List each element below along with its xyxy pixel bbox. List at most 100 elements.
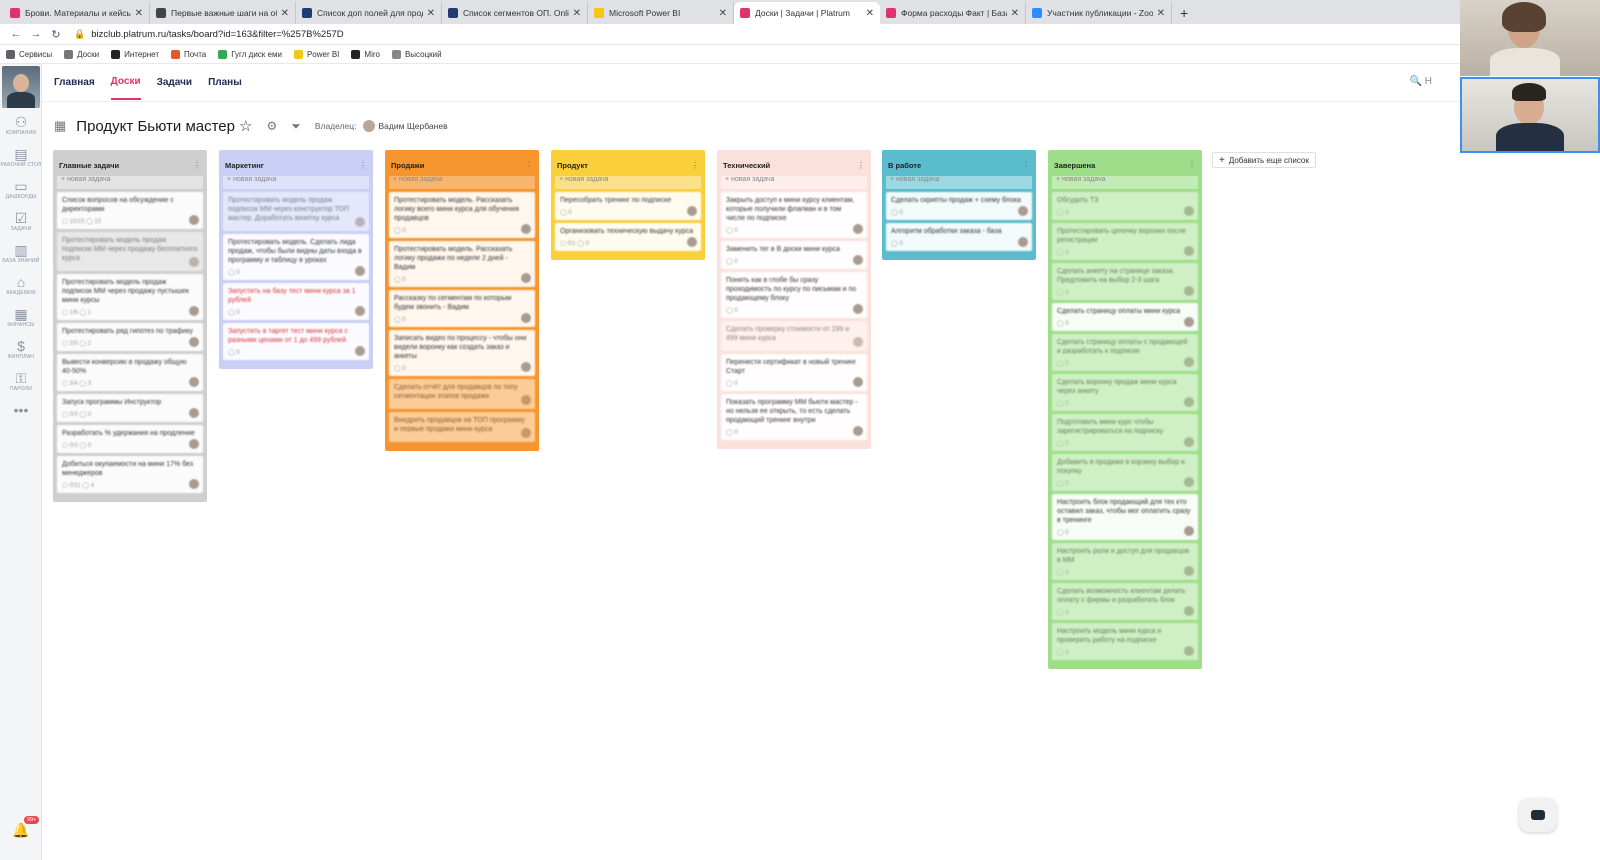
task-card[interactable]: Добиться окупаемости на мини 17% без мен… bbox=[57, 456, 203, 493]
new-task-button[interactable]: + новая задача bbox=[1052, 176, 1198, 189]
task-card[interactable]: Протестировать модель. Рассказать логику… bbox=[389, 241, 535, 287]
browser-tab[interactable]: Microsoft Power BI ✕ bbox=[588, 2, 734, 24]
url-text[interactable]: bizclub.platrum.ru/tasks/board?id=163&fi… bbox=[91, 29, 343, 40]
task-card[interactable]: Протестировать модель. Сделать лида прод… bbox=[223, 234, 369, 280]
task-card[interactable]: Запустить на базу тест мини курса за 1 р… bbox=[223, 283, 369, 320]
bookmark-item[interactable]: Интернет bbox=[111, 49, 159, 59]
task-card[interactable]: Сделать воронку продаж мини курса через … bbox=[1052, 374, 1198, 411]
more-vertical-icon[interactable]: ⋮ bbox=[691, 161, 699, 170]
back-icon[interactable]: ← bbox=[6, 28, 26, 40]
task-card[interactable]: Вывести конверсию в продажу общую 40-50%… bbox=[57, 354, 203, 391]
nav-item[interactable]: Доски bbox=[110, 65, 141, 100]
rail-item[interactable]: ☑ Задачи bbox=[0, 210, 42, 232]
task-card[interactable]: Внедрить продавцов на ТОП программу и пе… bbox=[389, 412, 535, 442]
bookmark-item[interactable]: Гугл диск еми bbox=[218, 49, 282, 59]
rail-item[interactable]: $ Финплан bbox=[0, 338, 42, 360]
rail-item[interactable]: ⌂ Академия bbox=[0, 274, 42, 296]
close-icon[interactable]: ✕ bbox=[1157, 8, 1165, 19]
task-card[interactable]: Протестировать модель. Рассказать логику… bbox=[389, 192, 535, 238]
more-vertical-icon[interactable]: ⋮ bbox=[857, 161, 865, 170]
browser-tab[interactable]: Брови. Материалы и кейсы | ... ✕ bbox=[4, 2, 150, 24]
task-card[interactable]: Протестировать модель продаж подписок MM… bbox=[57, 274, 203, 320]
task-card[interactable]: Закрыть доступ к мини курсу клиентам, ко… bbox=[721, 192, 867, 238]
rail-item[interactable]: ⚿ Пароли bbox=[0, 370, 42, 392]
more-vertical-icon[interactable]: ⋮ bbox=[1188, 161, 1196, 170]
task-card[interactable]: Сделать отчёт для продавцов по типу сегм… bbox=[389, 379, 535, 409]
task-card[interactable]: Пересобрать тренинг по подписке ◯ 0 bbox=[555, 192, 701, 220]
task-card[interactable]: Перенести сертификат в новый тренинг Ста… bbox=[721, 354, 867, 391]
task-card[interactable]: Сделать анкету на странице заказа. Предл… bbox=[1052, 263, 1198, 300]
task-card[interactable]: Понять как в глобе бы сразу проходимость… bbox=[721, 272, 867, 318]
close-icon[interactable]: ✕ bbox=[135, 8, 143, 19]
task-card[interactable]: Настроить роли и доступ для продавцов в … bbox=[1052, 543, 1198, 580]
task-card[interactable]: Настроить блок продающий для тех кто ост… bbox=[1052, 494, 1198, 540]
new-task-button[interactable]: + новая задача bbox=[555, 176, 701, 189]
bookmark-item[interactable]: Miro bbox=[351, 49, 380, 59]
more-vertical-icon[interactable]: ⋮ bbox=[525, 161, 533, 170]
task-card[interactable]: Протестировать модель продаж подписок MM… bbox=[223, 192, 369, 231]
add-list-button[interactable]: + Добавить еще список bbox=[1212, 152, 1316, 168]
close-icon[interactable]: ✕ bbox=[427, 8, 435, 19]
task-card[interactable]: Записать видео по процессу - чтобы они в… bbox=[389, 330, 535, 376]
nav-item[interactable]: Главная bbox=[54, 66, 95, 99]
new-task-button[interactable]: + новая задача bbox=[389, 176, 535, 189]
task-card[interactable]: Алгоритм обработки заказа - база ◯ 0 bbox=[886, 223, 1032, 251]
task-card[interactable]: Заменить тег в B доски мини курса ◯ 0 bbox=[721, 241, 867, 269]
rail-item[interactable]: ▭ Дашборды bbox=[0, 178, 42, 200]
browser-tab[interactable]: Доски | Задачи | Platrum ✕ bbox=[734, 2, 880, 24]
chat-widget-button[interactable] bbox=[1519, 798, 1557, 832]
task-card[interactable]: Рассказку по сегментам по которым будем … bbox=[389, 290, 535, 327]
more-vertical-icon[interactable]: ⋮ bbox=[1022, 161, 1030, 170]
close-icon[interactable]: ✕ bbox=[1011, 8, 1019, 19]
task-card[interactable]: Настроить модель мини курса и проверить … bbox=[1052, 623, 1198, 660]
settings-gear-icon[interactable]: ⚙ bbox=[266, 119, 277, 133]
task-card[interactable]: Сделать проверку стоимости от 299 и 499 … bbox=[721, 321, 867, 351]
close-icon[interactable]: ✕ bbox=[281, 8, 289, 19]
star-icon[interactable]: ☆ bbox=[239, 117, 252, 135]
rail-item[interactable]: ▥ База знаний bbox=[0, 242, 42, 264]
browser-tab[interactable]: Форма расходы Факт | База... ✕ bbox=[880, 2, 1026, 24]
browser-tab[interactable]: Первые важные шаги на обу... ✕ bbox=[150, 2, 296, 24]
task-card[interactable]: Организовать техническую выдачу курса ▢ 0… bbox=[555, 223, 701, 251]
task-card[interactable]: Список вопросов на обсуждение с директор… bbox=[57, 192, 203, 229]
search-icon[interactable]: 🔍 Н bbox=[1410, 76, 1432, 87]
notification-bell-icon[interactable]: 🔔 99+ bbox=[12, 816, 40, 839]
owner-name[interactable]: Вадим Щербанев bbox=[379, 121, 448, 131]
nav-item[interactable]: Планы bbox=[208, 66, 242, 99]
rail-item[interactable]: ▦ Финансы bbox=[0, 306, 42, 328]
reload-icon[interactable]: ↻ bbox=[46, 28, 66, 41]
task-card[interactable]: Сделать страницу оплаты с продающей и ра… bbox=[1052, 334, 1198, 371]
bookmark-item[interactable]: Сервисы bbox=[6, 49, 52, 59]
task-card[interactable]: Сделать страницу оплаты мини курса ◯ 0 bbox=[1052, 303, 1198, 331]
bookmark-item[interactable]: Высоцкий bbox=[391, 49, 442, 59]
rail-item[interactable]: ▤ Рабочий стол bbox=[0, 146, 42, 168]
close-icon[interactable]: ✕ bbox=[866, 8, 874, 19]
browser-tab[interactable]: Участник публикации - Zoom ✕ bbox=[1026, 2, 1172, 24]
url-field[interactable]: 🔒 bizclub.platrum.ru/tasks/board?id=163&… bbox=[74, 29, 344, 40]
new-task-button[interactable]: + новая задача bbox=[57, 176, 203, 189]
filter-icon[interactable]: ⏷ bbox=[291, 119, 301, 134]
task-card[interactable]: Добавить в продажи в корзину выбор и пок… bbox=[1052, 454, 1198, 491]
task-card[interactable]: Обсудить ТЗ ◯ 0 bbox=[1052, 192, 1198, 220]
task-card[interactable]: Подготовить мини курс чтобы зарегистриро… bbox=[1052, 414, 1198, 451]
task-card[interactable]: Протестировать модель продаж подписки MM… bbox=[57, 232, 203, 271]
nav-item[interactable]: Задачи bbox=[157, 66, 192, 99]
bookmark-item[interactable]: Почта bbox=[171, 49, 206, 59]
new-task-button[interactable]: + новая задача bbox=[721, 176, 867, 189]
more-vertical-icon[interactable]: ⋮ bbox=[359, 161, 367, 170]
new-task-button[interactable]: + новая задача bbox=[223, 176, 369, 189]
browser-tab[interactable]: Список сегментов ОП. Onlin... ✕ bbox=[442, 2, 588, 24]
task-card[interactable]: Сделать скрипты продаж + схему блока ◯ 0 bbox=[886, 192, 1032, 220]
new-tab-plus-icon[interactable]: + bbox=[1172, 2, 1196, 24]
task-card[interactable]: Запуск программы Инструктор ▢ 0/3 ◯ 0 bbox=[57, 394, 203, 422]
new-task-button[interactable]: + новая задача bbox=[886, 176, 1032, 189]
user-avatar[interactable] bbox=[2, 66, 40, 108]
bookmark-item[interactable]: Доски bbox=[64, 49, 99, 59]
rail-item[interactable]: ⚇ Компания bbox=[0, 114, 42, 136]
browser-tab[interactable]: Список доп полей для прод... ✕ bbox=[296, 2, 442, 24]
task-card[interactable]: Протестировать ряд гипотез по трафику ▢ 2… bbox=[57, 323, 203, 351]
bookmark-item[interactable]: Power BI bbox=[293, 49, 339, 59]
close-icon[interactable]: ✕ bbox=[573, 8, 581, 19]
task-card[interactable]: Разработать % удержания на продление ▢ 0/… bbox=[57, 425, 203, 453]
rail-item[interactable]: ••• bbox=[0, 402, 42, 418]
